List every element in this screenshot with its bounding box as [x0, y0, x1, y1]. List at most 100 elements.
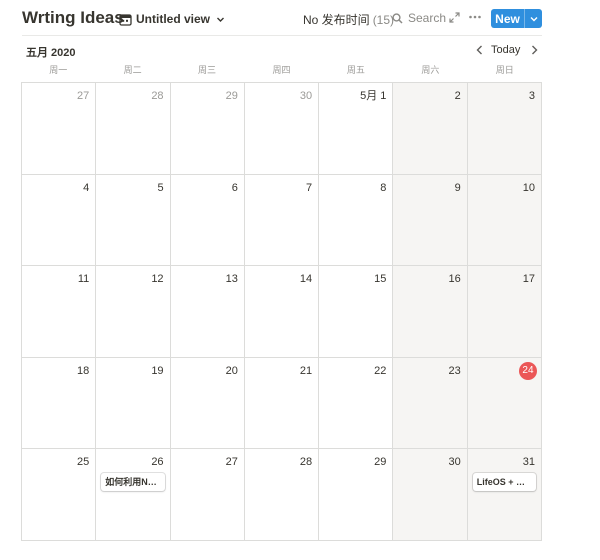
calendar-page: Wrting Ideas Untitled view No 发布时间 (15) S…	[0, 0, 600, 560]
weekday-label: 周一	[49, 65, 68, 75]
view-switcher[interactable]: Untitled view	[119, 10, 225, 28]
day-number: 23	[448, 364, 461, 377]
day-cell[interactable]: 30	[244, 83, 320, 175]
expand-icon[interactable]	[449, 12, 460, 23]
weekday-header: 周一 周二 周三 周四 周五 周六 周日	[21, 63, 542, 81]
day-cell[interactable]: 29	[319, 449, 394, 541]
day-cell[interactable]: 28	[96, 83, 171, 175]
weekday-label: 周五	[346, 65, 365, 75]
day-number: 7	[306, 181, 313, 194]
day-cell[interactable]: 5	[96, 174, 171, 267]
day-cell[interactable]: 15	[319, 266, 394, 358]
search-icon	[392, 12, 403, 24]
day-number: 2	[454, 90, 461, 102]
new-button-dropdown[interactable]	[525, 9, 542, 28]
weekday-label: 周六	[421, 65, 440, 75]
more-options-icon[interactable]	[468, 11, 482, 23]
day-number: 26	[151, 456, 164, 469]
day-cell[interactable]: 5月 1	[319, 83, 394, 175]
day-number: 31	[522, 456, 535, 469]
day-number: 6	[231, 181, 238, 194]
page-title: Wrting Ideas	[22, 8, 124, 27]
day-number: 5月 1	[360, 90, 387, 102]
day-number: 29	[225, 90, 238, 102]
event-card[interactable]: LifeOS + 晨...	[472, 473, 536, 492]
day-number: 8	[380, 181, 387, 194]
day-number: 11	[77, 273, 90, 286]
day-number: 21	[299, 364, 313, 377]
day-cell[interactable]: 2	[393, 83, 468, 175]
day-number: 4	[83, 181, 90, 194]
day-number: 30	[448, 456, 461, 469]
no-date-label: No 发布时间	[303, 13, 370, 27]
day-cell[interactable]: 30	[393, 449, 468, 541]
day-cell[interactable]: 19	[96, 357, 171, 450]
day-cell[interactable]: 28	[244, 449, 320, 541]
day-cell[interactable]: 25	[22, 449, 97, 541]
day-cell[interactable]: 16	[393, 266, 468, 358]
day-cell[interactable]: 17	[467, 266, 542, 358]
day-number: 22	[374, 364, 387, 377]
day-number: 3	[528, 90, 535, 102]
day-number: 13	[225, 273, 238, 286]
day-number: 27	[225, 456, 238, 469]
day-cell[interactable]: 13	[170, 266, 245, 358]
day-cell[interactable]: 14	[244, 266, 320, 358]
no-date-filter[interactable]: No 发布时间 (15)	[303, 11, 394, 28]
day-cell[interactable]: 22	[319, 357, 394, 450]
day-cell[interactable]: 4	[22, 174, 97, 267]
day-cell[interactable]: 7	[244, 174, 320, 267]
day-number: 18	[77, 364, 90, 377]
chevron-right-icon[interactable]	[528, 44, 540, 56]
day-number: 17	[522, 273, 535, 286]
day-cell[interactable]: 10	[467, 174, 542, 267]
day-cell[interactable]: 24	[467, 357, 542, 450]
day-number: 19	[151, 364, 164, 377]
day-cell[interactable]: 12	[96, 266, 171, 358]
day-cell[interactable]: 27	[170, 449, 245, 541]
new-button[interactable]: New	[491, 9, 542, 28]
day-cell[interactable]: 21	[244, 357, 320, 450]
day-number: 9	[454, 181, 461, 194]
day-number: 15	[374, 273, 387, 286]
day-cell[interactable]: 9	[393, 174, 468, 267]
day-cell[interactable]: 31 LifeOS + 晨...	[467, 449, 542, 541]
database-header: Wrting Ideas Untitled view No 发布时间 (15) S…	[0, 0, 600, 36]
chevron-down-icon	[217, 17, 225, 22]
search-button[interactable]: Search	[392, 11, 446, 25]
day-number: 27	[77, 90, 90, 102]
day-cell[interactable]: 11	[22, 266, 97, 358]
day-number: 14	[299, 273, 313, 286]
day-number: 28	[151, 90, 164, 102]
day-cell[interactable]: 6	[170, 174, 245, 267]
calendar-icon	[119, 13, 132, 26]
weekday-label: 周四	[272, 65, 291, 75]
day-number: 29	[374, 456, 387, 469]
day-cell[interactable]: 26 如何利用No...	[96, 449, 171, 541]
day-cell[interactable]: 8	[319, 174, 394, 267]
day-cell[interactable]: 27	[22, 83, 97, 175]
search-label: Search	[408, 11, 447, 25]
day-number: 5	[157, 181, 164, 194]
header-divider	[22, 35, 542, 36]
day-cell[interactable]: 23	[393, 357, 468, 450]
day-number: 28	[299, 456, 313, 469]
day-cell[interactable]: 29	[170, 83, 245, 175]
chevron-left-icon[interactable]	[474, 44, 486, 56]
today-date-marker: 24	[518, 361, 537, 380]
day-number: 25	[77, 456, 90, 469]
event-card[interactable]: 如何利用No...	[101, 473, 165, 492]
day-cell[interactable]: 20	[170, 357, 245, 450]
calendar-grid: 27 28 29 30 5月 1 2 3 4 5 6 7 8 9 10 11 12 13 14 15 16 17 18 19…	[21, 82, 542, 541]
today-button[interactable]: Today	[491, 44, 520, 56]
day-number: 12	[151, 273, 164, 286]
weekday-label: 周三	[198, 65, 217, 75]
day-number: 10	[522, 181, 535, 194]
view-name: Untitled view	[136, 12, 211, 26]
day-number: 30	[299, 90, 313, 102]
weekday-label: 周日	[495, 65, 514, 75]
day-number: 16	[448, 273, 461, 286]
day-cell[interactable]: 3	[467, 83, 542, 175]
weekday-label: 周二	[123, 65, 142, 75]
day-cell[interactable]: 18	[22, 357, 97, 450]
